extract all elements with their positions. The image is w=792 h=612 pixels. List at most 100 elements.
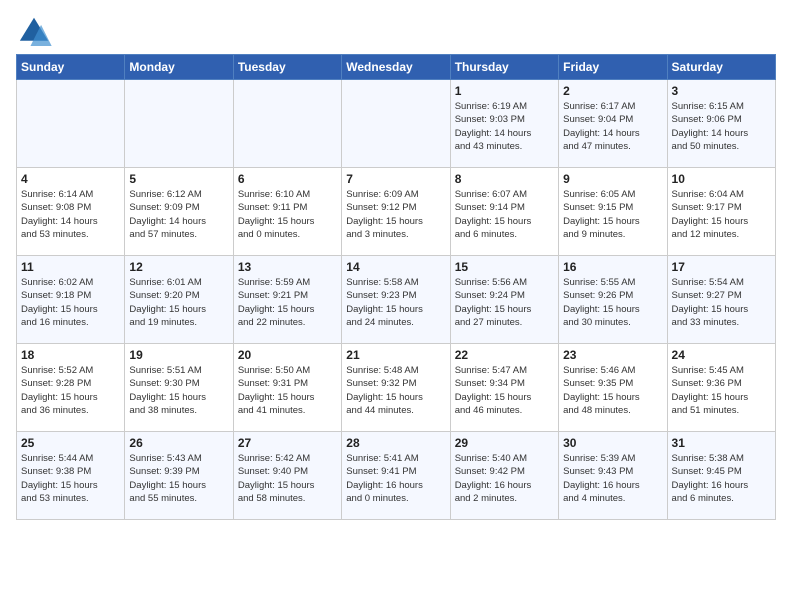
day-cell: 10 Sunrise: 6:04 AM Sunset: 9:17 PM Dayli…	[667, 168, 775, 256]
day-info: Sunrise: 5:46 AM Sunset: 9:35 PM Dayligh…	[563, 364, 662, 417]
day-cell: 18 Sunrise: 5:52 AM Sunset: 9:28 PM Dayli…	[17, 344, 125, 432]
day-cell: 24 Sunrise: 5:45 AM Sunset: 9:36 PM Dayli…	[667, 344, 775, 432]
day-info: Sunrise: 6:10 AM Sunset: 9:11 PM Dayligh…	[238, 188, 337, 241]
week-row-2: 4 Sunrise: 6:14 AM Sunset: 9:08 PM Daylig…	[17, 168, 776, 256]
day-cell: 17Sunrise: 5:54 AM Sunset: 9:27 PM Dayli…	[667, 256, 775, 344]
day-number: 18	[21, 348, 120, 362]
day-number: 22	[455, 348, 554, 362]
day-info: Sunrise: 6:14 AM Sunset: 9:08 PM Dayligh…	[21, 188, 120, 241]
day-number: 16	[563, 260, 662, 274]
header-cell-wednesday: Wednesday	[342, 55, 450, 80]
day-number: 2	[563, 84, 662, 98]
day-info: Sunrise: 6:05 AM Sunset: 9:15 PM Dayligh…	[563, 188, 662, 241]
day-cell: 28Sunrise: 5:41 AM Sunset: 9:41 PM Dayli…	[342, 432, 450, 520]
day-cell: 29 Sunrise: 5:40 AM Sunset: 9:42 PM Dayli…	[450, 432, 558, 520]
day-cell: 19 Sunrise: 5:51 AM Sunset: 9:30 PM Dayli…	[125, 344, 233, 432]
day-number: 11	[21, 260, 120, 274]
header-cell-friday: Friday	[559, 55, 667, 80]
day-cell	[17, 80, 125, 168]
header-row: SundayMondayTuesdayWednesdayThursdayFrid…	[17, 55, 776, 80]
day-cell: 30 Sunrise: 5:39 AM Sunset: 9:43 PM Dayli…	[559, 432, 667, 520]
day-info: Sunrise: 5:44 AM Sunset: 9:38 PM Dayligh…	[21, 452, 120, 505]
week-row-1: 1 Sunrise: 6:19 AM Sunset: 9:03 PM Daylig…	[17, 80, 776, 168]
day-number: 15	[455, 260, 554, 274]
day-info: Sunrise: 5:55 AM Sunset: 9:26 PM Dayligh…	[563, 276, 662, 329]
day-cell: 16 Sunrise: 5:55 AM Sunset: 9:26 PM Dayli…	[559, 256, 667, 344]
day-info: Sunrise: 5:47 AM Sunset: 9:34 PM Dayligh…	[455, 364, 554, 417]
day-cell: 1 Sunrise: 6:19 AM Sunset: 9:03 PM Daylig…	[450, 80, 558, 168]
day-number: 14	[346, 260, 445, 274]
day-cell: 9 Sunrise: 6:05 AM Sunset: 9:15 PM Daylig…	[559, 168, 667, 256]
day-info: Sunrise: 6:04 AM Sunset: 9:17 PM Dayligh…	[672, 188, 771, 241]
day-number: 20	[238, 348, 337, 362]
day-cell: 31Sunrise: 5:38 AM Sunset: 9:45 PM Dayli…	[667, 432, 775, 520]
day-number: 26	[129, 436, 228, 450]
day-number: 7	[346, 172, 445, 186]
day-number: 25	[21, 436, 120, 450]
day-info: Sunrise: 6:07 AM Sunset: 9:14 PM Dayligh…	[455, 188, 554, 241]
day-number: 24	[672, 348, 771, 362]
day-cell: 27 Sunrise: 5:42 AM Sunset: 9:40 PM Dayli…	[233, 432, 341, 520]
day-number: 10	[672, 172, 771, 186]
day-info: Sunrise: 5:56 AM Sunset: 9:24 PM Dayligh…	[455, 276, 554, 329]
day-number: 9	[563, 172, 662, 186]
day-number: 12	[129, 260, 228, 274]
header-cell-sunday: Sunday	[17, 55, 125, 80]
day-number: 13	[238, 260, 337, 274]
calendar-header: SundayMondayTuesdayWednesdayThursdayFrid…	[17, 55, 776, 80]
day-number: 4	[21, 172, 120, 186]
day-info: Sunrise: 5:50 AM Sunset: 9:31 PM Dayligh…	[238, 364, 337, 417]
day-cell: 14Sunrise: 5:58 AM Sunset: 9:23 PM Dayli…	[342, 256, 450, 344]
day-number: 27	[238, 436, 337, 450]
day-cell: 2 Sunrise: 6:17 AM Sunset: 9:04 PM Daylig…	[559, 80, 667, 168]
day-number: 1	[455, 84, 554, 98]
day-info: Sunrise: 5:42 AM Sunset: 9:40 PM Dayligh…	[238, 452, 337, 505]
day-info: Sunrise: 6:02 AM Sunset: 9:18 PM Dayligh…	[21, 276, 120, 329]
day-cell	[125, 80, 233, 168]
day-number: 23	[563, 348, 662, 362]
day-number: 8	[455, 172, 554, 186]
page-header	[16, 16, 776, 46]
day-info: Sunrise: 5:48 AM Sunset: 9:32 PM Dayligh…	[346, 364, 445, 417]
header-cell-saturday: Saturday	[667, 55, 775, 80]
day-info: Sunrise: 6:09 AM Sunset: 9:12 PM Dayligh…	[346, 188, 445, 241]
logo	[16, 16, 56, 46]
day-number: 21	[346, 348, 445, 362]
day-cell: 4 Sunrise: 6:14 AM Sunset: 9:08 PM Daylig…	[17, 168, 125, 256]
day-info: Sunrise: 5:54 AM Sunset: 9:27 PM Dayligh…	[672, 276, 771, 329]
day-cell: 21 Sunrise: 5:48 AM Sunset: 9:32 PM Dayli…	[342, 344, 450, 432]
header-cell-tuesday: Tuesday	[233, 55, 341, 80]
day-info: Sunrise: 6:01 AM Sunset: 9:20 PM Dayligh…	[129, 276, 228, 329]
day-info: Sunrise: 5:43 AM Sunset: 9:39 PM Dayligh…	[129, 452, 228, 505]
day-number: 30	[563, 436, 662, 450]
day-info: Sunrise: 6:15 AM Sunset: 9:06 PM Dayligh…	[672, 100, 771, 153]
day-info: Sunrise: 5:45 AM Sunset: 9:36 PM Dayligh…	[672, 364, 771, 417]
day-info: Sunrise: 5:52 AM Sunset: 9:28 PM Dayligh…	[21, 364, 120, 417]
day-cell: 7 Sunrise: 6:09 AM Sunset: 9:12 PM Daylig…	[342, 168, 450, 256]
day-cell: 6 Sunrise: 6:10 AM Sunset: 9:11 PM Daylig…	[233, 168, 341, 256]
day-cell: 12 Sunrise: 6:01 AM Sunset: 9:20 PM Dayli…	[125, 256, 233, 344]
logo-icon	[16, 16, 52, 46]
calendar-body: 1 Sunrise: 6:19 AM Sunset: 9:03 PM Daylig…	[17, 80, 776, 520]
header-cell-thursday: Thursday	[450, 55, 558, 80]
day-number: 6	[238, 172, 337, 186]
day-cell: 26 Sunrise: 5:43 AM Sunset: 9:39 PM Dayli…	[125, 432, 233, 520]
day-info: Sunrise: 5:38 AM Sunset: 9:45 PM Dayligh…	[672, 452, 771, 505]
day-cell: 11 Sunrise: 6:02 AM Sunset: 9:18 PM Dayli…	[17, 256, 125, 344]
day-cell: 5Sunrise: 6:12 AM Sunset: 9:09 PM Daylig…	[125, 168, 233, 256]
day-info: Sunrise: 5:40 AM Sunset: 9:42 PM Dayligh…	[455, 452, 554, 505]
day-info: Sunrise: 5:51 AM Sunset: 9:30 PM Dayligh…	[129, 364, 228, 417]
day-info: Sunrise: 5:39 AM Sunset: 9:43 PM Dayligh…	[563, 452, 662, 505]
day-cell: 13Sunrise: 5:59 AM Sunset: 9:21 PM Dayli…	[233, 256, 341, 344]
week-row-5: 25 Sunrise: 5:44 AM Sunset: 9:38 PM Dayli…	[17, 432, 776, 520]
day-info: Sunrise: 5:41 AM Sunset: 9:41 PM Dayligh…	[346, 452, 445, 505]
day-cell: 3Sunrise: 6:15 AM Sunset: 9:06 PM Daylig…	[667, 80, 775, 168]
day-number: 19	[129, 348, 228, 362]
day-info: Sunrise: 6:17 AM Sunset: 9:04 PM Dayligh…	[563, 100, 662, 153]
week-row-3: 11 Sunrise: 6:02 AM Sunset: 9:18 PM Dayli…	[17, 256, 776, 344]
day-cell	[233, 80, 341, 168]
day-number: 5	[129, 172, 228, 186]
day-number: 29	[455, 436, 554, 450]
day-info: Sunrise: 6:19 AM Sunset: 9:03 PM Dayligh…	[455, 100, 554, 153]
calendar-table: SundayMondayTuesdayWednesdayThursdayFrid…	[16, 54, 776, 520]
